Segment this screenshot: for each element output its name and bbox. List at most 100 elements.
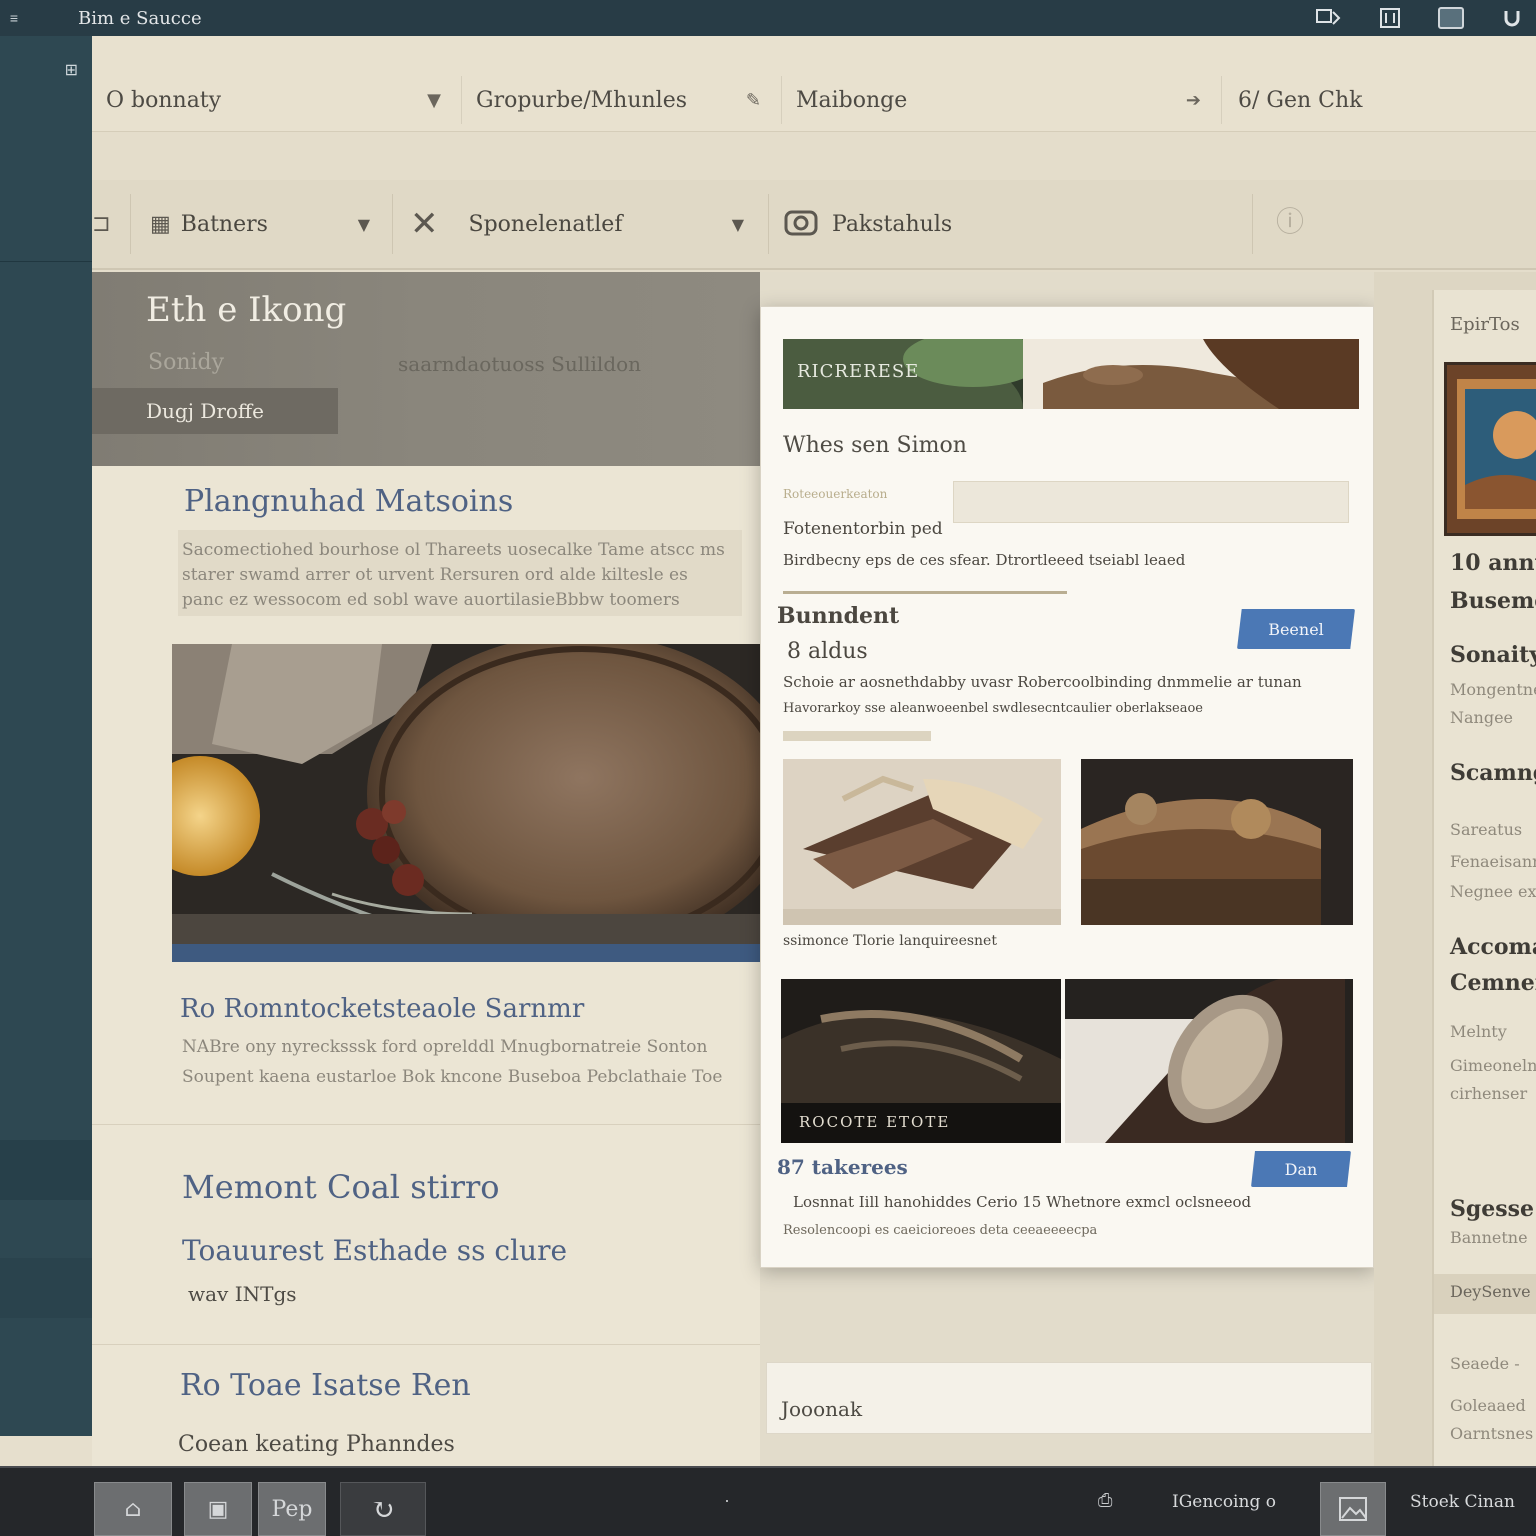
right-panel-item[interactable]: Sonaity [1450, 642, 1536, 668]
right-panel-item[interactable]: Fenaeisanm [1450, 852, 1536, 871]
banner-label: RICRERESE [797, 361, 920, 382]
filter-label: Maibonge [796, 87, 908, 113]
gallery-image-2[interactable] [1081, 759, 1353, 925]
right-panel-item[interactable]: Goleaaed [1450, 1396, 1526, 1415]
left-sidebar: ⊞ [0, 36, 92, 1466]
right-panel-item[interactable]: Mongentnes [1450, 680, 1536, 699]
window-icon[interactable] [1314, 6, 1342, 30]
taskbar: ⌂ ▣ Pep ↻ · ⎙ IGencoing o Stoek Cinan [0, 1466, 1536, 1536]
taskbar-clock: Stoek Cinan [1410, 1492, 1515, 1512]
toolbar-divider [768, 194, 769, 254]
hero-banner: Eth e Ikong Sonidy saarndaotuoss Sullild… [92, 272, 760, 466]
window-title: Bim e Saucce [78, 7, 202, 29]
taskbar-image-button[interactable] [1320, 1482, 1386, 1536]
hero-subtitle: Sonidy [148, 350, 225, 375]
taskbar-status[interactable]: IGencoing o [1172, 1492, 1276, 1512]
paragraph-line: NABre ony nyrecksssk ford oprelddl Mnugb… [182, 1037, 708, 1057]
pencil-icon: ✎ [745, 89, 761, 111]
toolbar-divider [392, 194, 393, 254]
dialog-text: Birdbecny eps de ces sfear. Dtrortleeed … [783, 551, 1186, 569]
detail-dialog: RICRERESE Whes sen Simon Roteeouerkeaton… [760, 306, 1374, 1268]
title-bar-controls [1314, 0, 1526, 36]
filter-dropdown-4[interactable]: 6/ Gen Chk [1224, 76, 1536, 124]
right-panel-item[interactable]: Sareatus [1450, 820, 1522, 839]
chevron-down-icon: ▼ [357, 214, 370, 234]
section-paragraph: NABre ony nyrecksssk ford oprelddl Mnugb… [182, 1032, 722, 1092]
taskbar-window-button[interactable]: ▣ [184, 1482, 252, 1536]
right-panel-item[interactable]: Nangee [1450, 708, 1513, 727]
right-panel-item[interactable]: Bannetne [1450, 1228, 1528, 1247]
close-icon: ✕ [410, 204, 439, 244]
cake-photo [783, 759, 1061, 925]
gallery-image-1[interactable] [783, 759, 1061, 925]
right-panel-item[interactable]: Melnty [1450, 1022, 1507, 1041]
note-panel[interactable]: Jooonak [766, 1362, 1372, 1434]
taskbar-separator: · [724, 1490, 730, 1510]
right-panel-item[interactable]: 10 anntso [1450, 550, 1536, 576]
secondary-button[interactable]: Dan [1251, 1151, 1351, 1187]
hero-button[interactable]: Dugj Droffe [92, 388, 338, 434]
back-button[interactable]: ⊐ [92, 200, 122, 248]
right-panel-item[interactable]: Negnee exe [1450, 882, 1536, 901]
right-panel-item[interactable]: Accoman [1450, 934, 1536, 960]
right-panel-item[interactable]: Busemeni [1450, 588, 1536, 614]
sidebar-item-active[interactable] [0, 1140, 92, 1200]
main-content: Eth e Ikong Sonidy saarndaotuoss Sullild… [92, 272, 760, 1466]
taskbar-home-button[interactable]: ⌂ [94, 1482, 172, 1536]
toolbar-item-label: Batners [180, 211, 268, 237]
paragraph-line: Soupent kaena eustarloe Bok kncone Buseb… [182, 1067, 723, 1087]
page-title: Eth e Ikong [146, 290, 347, 330]
dialog-text: Schoie ar aosnethdabby uvasr Robercoolbi… [783, 673, 1302, 691]
gallery-image-4[interactable] [1065, 979, 1353, 1143]
toolbar-dropdown-1[interactable]: ▦ Batners ▼ [150, 200, 386, 248]
filter-dropdown-3[interactable]: Maibonge ➔ [782, 76, 1222, 124]
menu-icon[interactable]: ≡ [0, 10, 28, 26]
food-photo [172, 644, 760, 962]
thumbnail-image[interactable] [1444, 362, 1536, 536]
right-panel-item[interactable]: Gimeonelne [1450, 1056, 1536, 1075]
right-panel-item[interactable]: Sgesse [1450, 1196, 1534, 1222]
filter-dropdown-1[interactable]: O bonnaty ▼ [92, 76, 462, 124]
paragraph-line: starer swamd arrer ot urvent Rersuren or… [182, 565, 688, 585]
section-title: Ro Toae Isatse Ren [180, 1368, 471, 1403]
right-panel-item[interactable]: Oarntsnes [1450, 1424, 1533, 1443]
user-icon[interactable] [1498, 6, 1526, 30]
dialog-text: Fotenentorbin ped [783, 519, 943, 539]
right-panel-item[interactable]: Scamng [1450, 760, 1536, 786]
note-panel-label: Jooonak [781, 1397, 863, 1421]
dialog-subheading: Bunndent [777, 603, 900, 629]
dialog-banner-image: RICRERESE [783, 339, 1359, 409]
taskbar-app-button[interactable]: Pep [258, 1482, 326, 1536]
grid-icon[interactable]: ⊞ [65, 60, 78, 80]
toolbar-item-label: Pakstahuls [832, 211, 953, 237]
grid-icon: ▦ [150, 211, 171, 237]
sidebar-item[interactable] [0, 1258, 92, 1318]
settings-icon[interactable] [1438, 7, 1464, 29]
gallery-caption: ssimonce Tlorie lanquireesnet [783, 933, 997, 949]
taskbar-refresh-button[interactable]: ↻ [340, 1482, 426, 1536]
printer-icon[interactable]: ⎙ [1098, 1490, 1112, 1511]
help-button[interactable]: ⓘ [1276, 196, 1316, 244]
right-panel-item[interactable]: DeySenve [1450, 1282, 1531, 1301]
primary-button[interactable]: Beenel [1237, 609, 1355, 649]
sidebar-header: ⊞ [0, 36, 92, 262]
right-panel-item[interactable]: Cemnen [1450, 970, 1536, 996]
section-note: wav INTgs [188, 1282, 297, 1306]
toolbar-dropdown-2[interactable]: ✕ Sponelenatlef ▼ [410, 200, 760, 248]
toolbar-divider [1252, 194, 1253, 254]
toolbar-divider [130, 194, 131, 254]
filter-label: Gropurbe/Mhunles [476, 87, 687, 113]
filter-bar: O bonnaty ▼ Gropurbe/Mhunles ✎ Maibonge … [92, 36, 1536, 132]
toolbar-button-3[interactable]: Pakstahuls [784, 200, 1244, 248]
dialog-text-input[interactable] [953, 481, 1349, 523]
section-divider [92, 1344, 760, 1345]
document-icon[interactable] [1376, 6, 1404, 30]
sidebar-footer [0, 1436, 92, 1466]
toolbar-item-label: Sponelenatlef [468, 211, 623, 237]
right-panel-item[interactable]: Seaede - [1450, 1354, 1520, 1373]
chevron-down-icon: ▼ [731, 214, 744, 234]
right-panel-item[interactable]: cirhenser [1450, 1084, 1527, 1103]
filter-dropdown-2[interactable]: Gropurbe/Mhunles ✎ [462, 76, 782, 124]
gallery-image-3[interactable]: ROCOTE ETOTE [781, 979, 1061, 1143]
right-panel: EpirTos 10 anntso Busemeni Sonaity Monge… [1374, 272, 1536, 1466]
